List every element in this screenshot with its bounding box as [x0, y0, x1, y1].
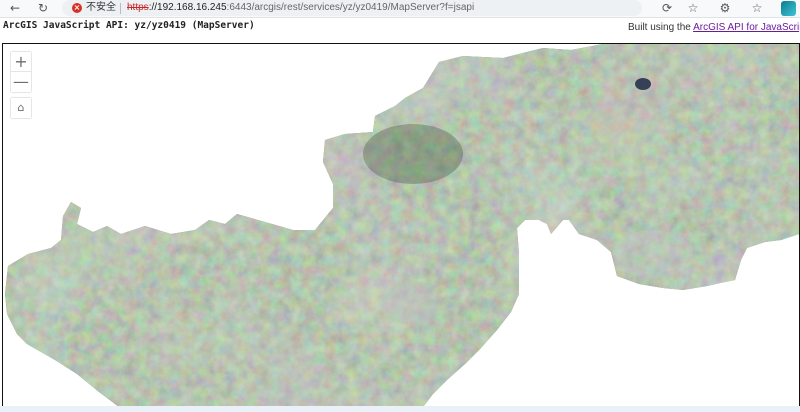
reader-icon[interactable]: ⟳	[658, 0, 676, 17]
security-label[interactable]: 不安全	[86, 1, 116, 15]
zoom-control: + —	[11, 52, 31, 92]
home-button[interactable]: ⌂	[11, 98, 31, 118]
back-icon[interactable]: ←	[6, 0, 24, 17]
satellite-imagery	[5, 44, 799, 407]
url-path: :6443/arcgis/rest/services/yz/yz0419/Map…	[226, 2, 475, 13]
favorite-icon[interactable]: ☆	[684, 0, 702, 17]
url-scheme: https	[127, 2, 149, 13]
extensions-icon[interactable]: ⚙	[716, 0, 734, 17]
bottom-strip	[0, 406, 800, 412]
zoom-in-button[interactable]: +	[11, 52, 31, 72]
url-host: ://192.168.16.245	[148, 2, 227, 13]
home-icon: ⌂	[17, 101, 25, 114]
credit-text: Built using the ArcGIS API for JavaScrip…	[628, 22, 800, 33]
edge-icon[interactable]	[781, 1, 796, 16]
favorites-bar-icon[interactable]: ☆	[748, 0, 766, 17]
page-title: ArcGIS JavaScript API: yz/yz0419 (MapSer…	[3, 20, 255, 31]
reload-icon[interactable]: ↻	[34, 0, 52, 17]
address-divider	[120, 3, 121, 14]
page-header: ArcGIS JavaScript API: yz/yz0419 (MapSer…	[0, 18, 800, 40]
url-text[interactable]: https://192.168.16.245:6443/arcgis/rest/…	[127, 1, 474, 15]
credit-link[interactable]: ArcGIS API for JavaScript	[693, 22, 800, 33]
credit-prefix: Built using the	[628, 22, 691, 33]
zoom-out-button[interactable]: —	[11, 72, 31, 92]
insecure-icon[interactable]: ×	[72, 3, 82, 13]
browser-toolbar: ← ↻ × 不安全 https://192.168.16.245:6443/ar…	[0, 0, 800, 18]
map-view[interactable]: + — ⌂	[2, 43, 800, 408]
